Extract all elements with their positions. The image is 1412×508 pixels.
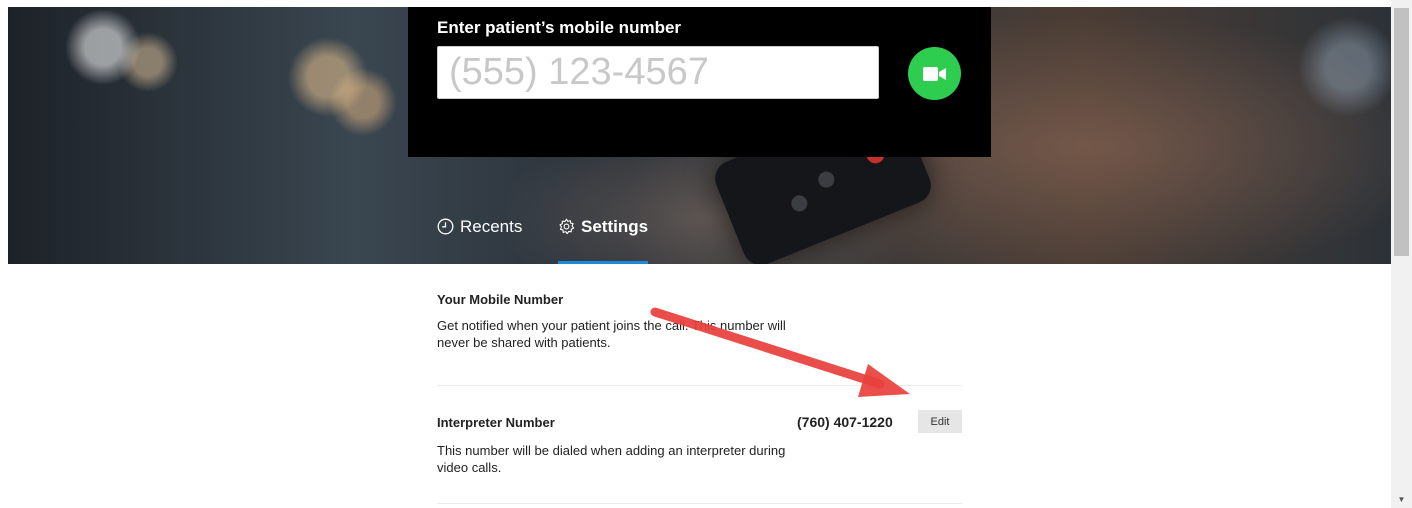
section-divider bbox=[437, 385, 962, 386]
tab-settings-label: Settings bbox=[581, 217, 649, 236]
interpreter-number-description: This number will be dialed when adding a… bbox=[437, 443, 786, 475]
section-divider bbox=[437, 503, 962, 504]
mobile-number-section: Your Mobile Number Get notified when you… bbox=[437, 292, 962, 351]
tab-recents-label: Recents bbox=[460, 217, 523, 236]
mobile-number-description: Get notified when your patient joins the… bbox=[437, 318, 786, 350]
dial-panel: Enter patient’s mobile number bbox=[408, 7, 991, 157]
patient-phone-input[interactable] bbox=[437, 46, 879, 99]
scrollbar-thumb[interactable] bbox=[1394, 8, 1409, 256]
mobile-number-title: Your Mobile Number bbox=[437, 292, 564, 307]
dial-title: Enter patient’s mobile number bbox=[437, 18, 682, 37]
scroll-down-arrow-icon[interactable]: ▼ bbox=[1391, 494, 1412, 506]
video-camera-icon bbox=[922, 66, 946, 81]
tab-settings[interactable]: Settings bbox=[558, 212, 649, 264]
tab-recents[interactable]: Recents bbox=[437, 212, 522, 264]
edit-interpreter-number-button[interactable]: Edit bbox=[918, 410, 962, 433]
scrollbar[interactable]: ▼ bbox=[1391, 0, 1412, 508]
start-video-call-button[interactable] bbox=[908, 47, 961, 100]
gear-icon bbox=[559, 218, 575, 235]
interpreter-number-value: (760) 407-1220 bbox=[797, 414, 893, 430]
clock-icon bbox=[437, 218, 454, 235]
active-tab-indicator bbox=[558, 261, 649, 264]
